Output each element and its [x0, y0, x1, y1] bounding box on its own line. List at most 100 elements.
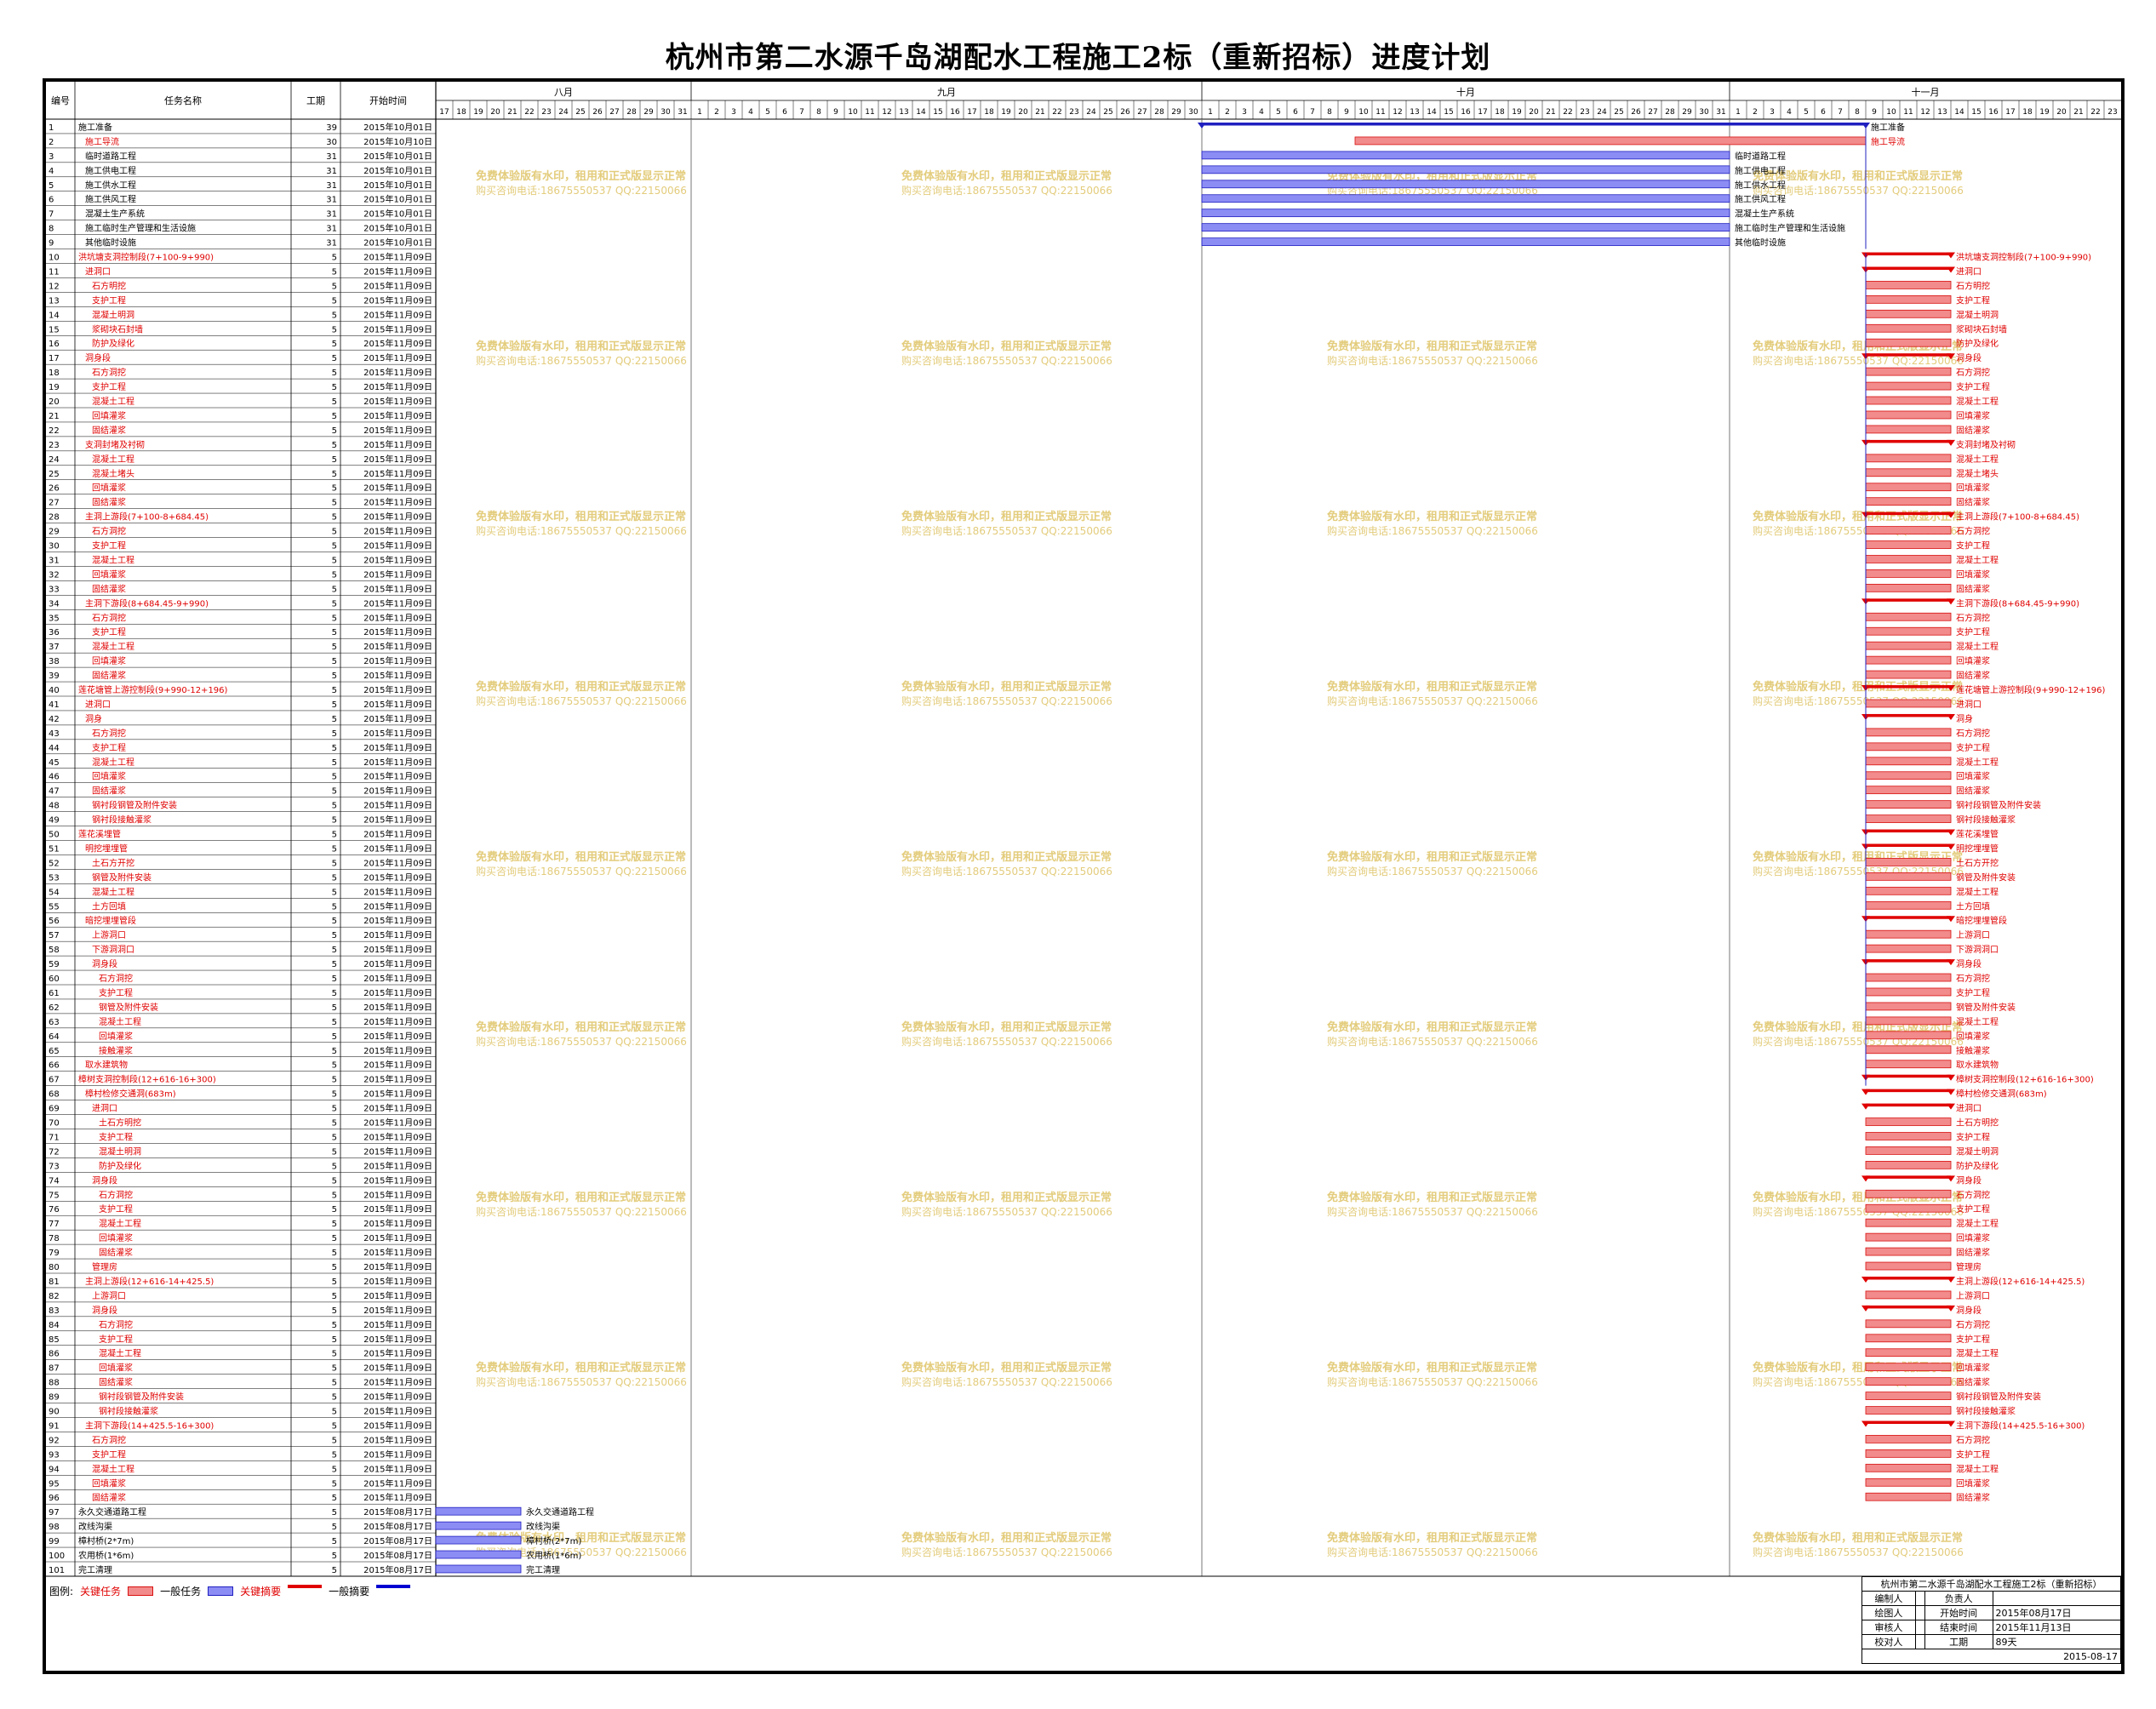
gantt-bar-label: 支洞封堵及衬砌: [1956, 439, 2016, 450]
task-id: 8: [49, 225, 54, 234]
gantt-task-bar: [1865, 425, 1952, 434]
watermark-text: 购买咨询电话:18675550537 QQ:22150066: [1753, 1546, 1964, 1558]
gantt-bar-label: 其他临时设施: [1735, 237, 1786, 249]
watermark-text: 免费体验版有水印，租用和正式版显示正常: [476, 1020, 686, 1034]
task-id: 7: [49, 210, 54, 220]
task-start: 2015年11月09日: [363, 294, 432, 306]
day-label: 20: [490, 108, 500, 117]
day-label: 20: [1018, 108, 1028, 117]
task-name: 防护及绿化: [92, 338, 134, 349]
gantt-bar-label: 固结灌浆: [1956, 497, 1990, 508]
day-label: 2: [714, 108, 719, 117]
gantt-bar-label: 上游洞口: [1956, 929, 1990, 940]
gantt-bar-label: 上游洞口: [1956, 1290, 1990, 1301]
page-title: 杭州市第二水源千岛湖配水工程施工2标（重新招标）进度计划: [665, 41, 1491, 75]
gantt-task-bar: [1201, 194, 1730, 203]
gantt-bar-label: 浆砌块石封墙: [1956, 323, 2007, 334]
task-name: 支护工程: [92, 1449, 126, 1460]
task-start: 2015年10月01日: [363, 122, 432, 133]
gantt-task-bar: [1865, 872, 1952, 881]
watermark-text: 购买咨询电话:18675550537 QQ:22150066: [1327, 694, 1538, 707]
gantt-bar-label: 钢管及附件安装: [1956, 872, 2016, 883]
task-id: 63: [49, 1018, 60, 1027]
day-label: 15: [1971, 108, 1981, 117]
day-label: 29: [1682, 108, 1692, 117]
watermark-text: 免费体验版有水印，租用和正式版显示正常: [476, 510, 686, 523]
watermark-text: 购买咨询电话:18675550537 QQ:22150066: [476, 354, 687, 367]
gantt-bar-label: 回填灌浆: [1956, 771, 1990, 782]
gantt-task-bar: [1865, 1132, 1952, 1140]
gantt-bar-label: 防护及绿化: [1956, 1160, 1999, 1171]
task-start: 2015年11月09日: [363, 1247, 432, 1258]
gantt-task-bar: [1865, 626, 1952, 636]
task-start: 2015年11月09日: [363, 1319, 432, 1330]
watermark-text: 免费体验版有水印，租用和正式版显示正常: [901, 1191, 1112, 1204]
task-name: 明挖埋埋管: [85, 843, 128, 854]
gantt-task-bar: [1865, 641, 1952, 650]
task-start: 2015年11月09日: [363, 367, 432, 378]
task-name: 固结灌浆: [92, 1492, 126, 1503]
task-name: 施工供风工程: [85, 194, 136, 205]
chart-frame: 编号 任务名称 工期 开始时间 八月 17 18 19 20 21 22 23 24 25 26 27 28 29…: [43, 78, 2125, 1674]
task-start: 2015年11月09日: [363, 944, 432, 955]
watermark-text: 购买咨询电话:18675550537 QQ:22150066: [901, 694, 1112, 707]
day-label: 5: [1276, 108, 1281, 117]
gantt-bar-label: 固结灌浆: [1956, 1377, 1990, 1388]
task-name: 混凝土明洞: [99, 1146, 141, 1157]
task-duration: 5: [332, 1090, 337, 1100]
gantt-bar-label: 下游洞洞口: [1956, 944, 1999, 955]
task-name: 混凝土工程: [99, 1348, 141, 1359]
watermark-text: 免费体验版有水印，租用和正式版显示正常: [901, 340, 1112, 353]
watermark-text: 购买咨询电话:18675550537 QQ:22150066: [901, 1375, 1112, 1388]
gantt-task-bar: [1865, 670, 1952, 679]
gantt-bar-label: 支护工程: [1956, 742, 1990, 753]
gantt-bar-label: 樟村桥(2*7m): [526, 1535, 581, 1546]
day-label: 9: [1872, 108, 1877, 117]
task-name: 混凝土工程: [92, 757, 134, 768]
day-label: 3: [1242, 108, 1247, 117]
day-label: 17: [439, 108, 449, 117]
task-start: 2015年08月17日: [363, 1521, 432, 1532]
task-id: 10: [49, 254, 60, 263]
gantt-summary-bar: [1866, 1420, 1951, 1424]
info-cell: 负责人: [1924, 1591, 1993, 1606]
day-label: 5: [765, 108, 770, 117]
task-id: 73: [49, 1162, 60, 1171]
task-start: 2015年11月09日: [363, 929, 432, 940]
task-id: 88: [49, 1379, 60, 1388]
task-duration: 5: [332, 484, 337, 494]
gantt-bar-label: 暗挖埋埋管段: [1956, 915, 2007, 926]
task-duration: 5: [332, 1465, 337, 1474]
gantt-bar-label: 回填灌浆: [1956, 1363, 1990, 1374]
task-id: 79: [49, 1249, 60, 1258]
gantt-task-bar: [1865, 497, 1952, 506]
task-name: 施工准备: [78, 122, 112, 133]
gantt-bar-label: 混凝土工程: [1956, 641, 1999, 652]
day-label: 24: [1086, 108, 1096, 117]
gantt-bar-label: 防护及绿化: [1956, 338, 1999, 349]
day-label: 13: [1937, 108, 1947, 117]
gantt-bar-label: 混凝土工程: [1956, 757, 1999, 768]
legend-norm-summary-marker: [376, 1585, 411, 1597]
task-start: 2015年11月09日: [363, 1232, 432, 1243]
gantt-bar-label: 混凝土工程: [1956, 1348, 1999, 1359]
day-label: 23: [541, 108, 551, 117]
legend-norm-task-swatch: [208, 1586, 234, 1596]
task-start: 2015年11月09日: [363, 814, 432, 826]
gantt-task-bar: [1865, 338, 1952, 347]
day-label: 1: [1736, 108, 1741, 117]
task-name: 管理房: [92, 1261, 117, 1272]
gantt-task-bar: [1865, 569, 1952, 578]
task-duration: 31: [326, 181, 337, 191]
info-cell: 89天: [1992, 1634, 2122, 1649]
gantt-task-bar: [435, 1521, 522, 1530]
gantt-task-bar: [1865, 1117, 1952, 1126]
task-duration: 5: [332, 296, 337, 306]
gantt-bar-label: 混凝土工程: [1956, 886, 1999, 897]
task-id: 30: [49, 542, 60, 552]
gantt-bar-label: 钢衬段接触灌浆: [1956, 1406, 2016, 1417]
task-start: 2015年11月09日: [363, 973, 432, 984]
task-duration: 5: [332, 1263, 337, 1272]
task-name: 回填灌浆: [92, 1478, 126, 1489]
task-start: 2015年11月09日: [363, 829, 432, 840]
